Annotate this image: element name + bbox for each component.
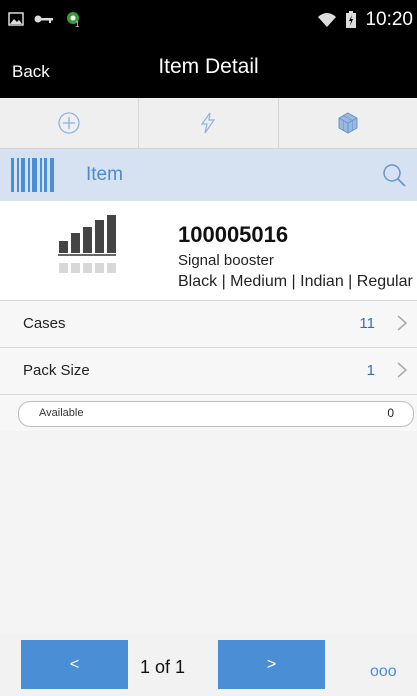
lightning-icon — [201, 112, 216, 134]
next-button[interactable]: > — [218, 640, 325, 689]
cases-row[interactable]: Cases 11 — [0, 300, 417, 347]
available-section: Available 0 — [0, 394, 417, 431]
svg-text:1: 1 — [75, 20, 80, 28]
gallery-icon — [8, 12, 24, 26]
status-right: 10:20 — [317, 9, 413, 31]
item-summary: 100005016 Signal booster Black | Medium … — [0, 201, 417, 301]
chevron-right-icon — [397, 315, 408, 331]
add-button[interactable] — [0, 98, 140, 148]
available-value: 0 — [387, 406, 394, 420]
cases-value: 11 — [359, 315, 375, 332]
previous-button[interactable]: < — [21, 640, 128, 689]
plus-circle-icon — [58, 112, 80, 134]
status-bar: 1 10:20 — [0, 0, 417, 40]
key-icon — [34, 15, 53, 23]
status-time: 10:20 — [365, 9, 413, 30]
wifi-icon — [318, 13, 337, 27]
pack-size-row[interactable]: Pack Size 1 — [0, 347, 417, 394]
status-left-icons: 1 — [8, 10, 82, 28]
search-icon[interactable] — [381, 162, 407, 188]
cube-icon — [338, 112, 358, 134]
chevron-right-icon — [397, 362, 408, 378]
item-scan-bar[interactable]: Item — [0, 149, 417, 201]
cases-label: Cases — [23, 315, 66, 332]
detail-list: Cases 11 Pack Size 1 Available 0 — [0, 300, 417, 633]
inventory-button[interactable] — [279, 98, 417, 148]
pack-size-label: Pack Size — [23, 362, 90, 379]
available-pill: Available 0 — [18, 401, 414, 427]
battery-icon — [346, 11, 357, 28]
quick-action-button[interactable] — [139, 98, 279, 148]
item-description: Signal booster — [178, 252, 274, 269]
item-attributes: Black | Medium | Indian | Regular — [178, 273, 413, 290]
page-title: Item Detail — [158, 55, 259, 78]
footer-bar: < 1 of 1 > ooo — [0, 633, 417, 696]
android-badge-icon: 1 — [67, 12, 80, 28]
action-toolbar — [0, 98, 417, 149]
page-indicator: 1 of 1 — [140, 657, 186, 677]
pack-size-value: 1 — [366, 362, 375, 379]
barcode-icon — [11, 158, 54, 192]
more-options-button[interactable]: ooo — [370, 663, 397, 681]
item-scan-label: Item — [86, 164, 123, 185]
item-number: 100005016 — [178, 222, 289, 247]
available-label: Available — [39, 407, 84, 419]
signal-booster-image — [58, 215, 116, 273]
header-bar: Back Item Detail — [0, 40, 417, 98]
